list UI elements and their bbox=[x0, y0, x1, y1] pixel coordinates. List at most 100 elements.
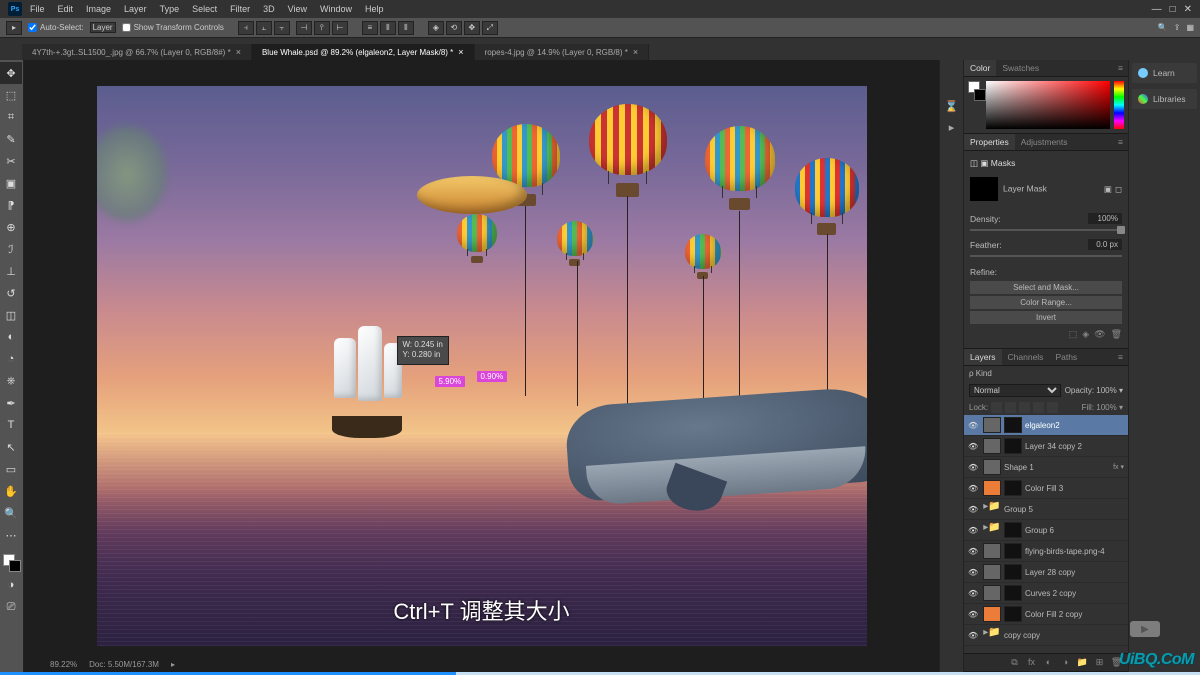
tab-paths[interactable]: Paths bbox=[1049, 349, 1083, 365]
density-value[interactable]: 100% bbox=[1088, 213, 1122, 224]
visibility-icon[interactable]: 👁 bbox=[968, 484, 980, 493]
zoom-tool[interactable]: 🔍 bbox=[0, 502, 22, 524]
feather-value[interactable]: 0.0 px bbox=[1088, 239, 1122, 250]
quick-select-tool[interactable]: ✎ bbox=[0, 128, 22, 150]
visibility-icon[interactable]: 👁 bbox=[968, 463, 980, 472]
distribute-icon[interactable]: ⦀ bbox=[398, 21, 414, 35]
zoom-level[interactable]: 89.22% bbox=[50, 660, 77, 669]
search-icon[interactable]: 🔍 bbox=[1158, 23, 1168, 32]
align-icon[interactable]: ⫟ bbox=[274, 21, 290, 35]
window-maximize[interactable]: □ bbox=[1170, 4, 1176, 15]
menu-view[interactable]: View bbox=[283, 4, 312, 14]
visibility-icon[interactable]: 👁 bbox=[968, 505, 980, 514]
panel-menu-icon[interactable]: ≡ bbox=[1113, 134, 1128, 150]
visibility-icon[interactable]: 👁 bbox=[968, 547, 980, 556]
align-icon[interactable]: ⫞ bbox=[238, 21, 254, 35]
close-tab-icon[interactable]: × bbox=[236, 47, 241, 57]
path-select-tool[interactable]: ↖ bbox=[0, 436, 22, 458]
workspace-icon[interactable]: ▦ bbox=[1186, 23, 1194, 32]
layer-row[interactable]: 👁▸📁copy copy bbox=[964, 625, 1128, 646]
color-range-button[interactable]: Color Range... bbox=[970, 296, 1122, 309]
layer-row[interactable]: 👁▸📁Group 5 bbox=[964, 499, 1128, 520]
share-icon[interactable]: ⇪ bbox=[1174, 23, 1181, 32]
visibility-icon[interactable]: 👁 bbox=[968, 631, 980, 640]
blur-tool[interactable]: ◔ bbox=[0, 348, 22, 370]
vector-mask-icon[interactable]: ◻ bbox=[1115, 184, 1122, 195]
visibility-icon[interactable]: 👁 bbox=[968, 442, 980, 451]
tab-swatches[interactable]: Swatches bbox=[996, 60, 1045, 76]
frame-tool[interactable]: ▣ bbox=[0, 172, 22, 194]
menu-help[interactable]: Help bbox=[360, 4, 389, 14]
shape-tool[interactable]: ▭ bbox=[0, 458, 22, 480]
document-canvas[interactable]: W: 0.245 in Y: 0.280 in 5.90% 0.90% Ctrl… bbox=[97, 86, 867, 646]
brush-tool[interactable]: ℐ bbox=[0, 238, 22, 260]
dodge-tool[interactable]: ⎈ bbox=[0, 370, 22, 392]
panel-menu-icon[interactable]: ≡ bbox=[1113, 60, 1128, 76]
new-group-icon[interactable]: 📁 bbox=[1076, 657, 1089, 668]
pen-tool[interactable]: ✒ bbox=[0, 392, 22, 414]
menu-filter[interactable]: Filter bbox=[225, 4, 255, 14]
menu-select[interactable]: Select bbox=[187, 4, 222, 14]
layer-row[interactable]: 👁Color Fill 2 copy bbox=[964, 604, 1128, 625]
layer-row[interactable]: 👁Color Fill 3 bbox=[964, 478, 1128, 499]
show-transform-checkbox[interactable]: Show Transform Controls bbox=[122, 23, 224, 32]
learn-panel-button[interactable]: Learn bbox=[1132, 63, 1197, 83]
3d-mode-icon[interactable]: ✥ bbox=[464, 21, 480, 35]
edit-toolbar[interactable]: ⋯ bbox=[0, 524, 22, 546]
menu-layer[interactable]: Layer bbox=[119, 4, 152, 14]
visibility-icon[interactable]: 👁 bbox=[968, 421, 980, 430]
new-layer-icon[interactable]: ⊞ bbox=[1093, 657, 1106, 668]
auto-select-mode[interactable]: Layer bbox=[90, 22, 116, 33]
gradient-tool[interactable]: ◐ bbox=[0, 326, 22, 348]
menu-edit[interactable]: Edit bbox=[53, 4, 79, 14]
layer-row[interactable]: 👁Layer 28 copy bbox=[964, 562, 1128, 583]
lock-icon[interactable] bbox=[991, 402, 1002, 413]
layer-row[interactable]: 👁Shape 1fx ▾ bbox=[964, 457, 1128, 478]
add-mask-icon[interactable]: ◐ bbox=[1042, 657, 1055, 668]
hand-tool[interactable]: ✋ bbox=[0, 480, 22, 502]
visibility-icon[interactable]: 👁 bbox=[968, 610, 980, 619]
tab-adjustments[interactable]: Adjustments bbox=[1015, 134, 1074, 150]
color-swatches[interactable] bbox=[0, 552, 23, 574]
align-icon[interactable]: ⊣ bbox=[296, 21, 312, 35]
healing-tool[interactable]: ⊕ bbox=[0, 216, 22, 238]
mask-thumbnail[interactable] bbox=[970, 177, 998, 201]
layer-row[interactable]: 👁▸📁Group 6 bbox=[964, 520, 1128, 541]
visibility-icon[interactable]: 👁 bbox=[968, 589, 980, 598]
new-adjustment-icon[interactable]: ◑ bbox=[1059, 657, 1072, 668]
menu-3d[interactable]: 3D bbox=[258, 4, 280, 14]
close-tab-icon[interactable]: × bbox=[458, 47, 463, 57]
tab-color[interactable]: Color bbox=[964, 60, 996, 76]
layer-row[interactable]: 👁Curves 2 copy bbox=[964, 583, 1128, 604]
layer-row[interactable]: 👁flying-birds-tape.png-4 bbox=[964, 541, 1128, 562]
tab-channels[interactable]: Channels bbox=[1002, 349, 1050, 365]
layer-row[interactable]: 👁Layer 34 copy 2 bbox=[964, 436, 1128, 457]
blend-mode-select[interactable]: Normal bbox=[969, 384, 1061, 397]
visibility-icon[interactable]: 👁 bbox=[968, 526, 980, 535]
lock-icon[interactable] bbox=[1019, 402, 1030, 413]
quick-mask-tool[interactable]: ◑ bbox=[0, 574, 22, 596]
lasso-tool[interactable]: ⌗ bbox=[0, 106, 22, 128]
distribute-icon[interactable]: ≡ bbox=[362, 21, 378, 35]
crop-tool[interactable]: ✂ bbox=[0, 150, 22, 172]
actions-icon[interactable]: ▸ bbox=[949, 121, 955, 134]
libraries-panel-button[interactable]: Libraries bbox=[1132, 89, 1197, 109]
move-tool[interactable]: ✥ bbox=[0, 62, 22, 84]
window-close[interactable]: ✕ bbox=[1184, 4, 1192, 15]
delete-layer-icon[interactable]: 🗑 bbox=[1110, 657, 1123, 668]
distribute-icon[interactable]: ⦀ bbox=[380, 21, 396, 35]
menu-image[interactable]: Image bbox=[81, 4, 116, 14]
menu-file[interactable]: File bbox=[25, 4, 50, 14]
menu-window[interactable]: Window bbox=[315, 4, 357, 14]
background-color[interactable] bbox=[9, 560, 21, 572]
type-tool[interactable]: T bbox=[0, 414, 22, 436]
align-icon[interactable]: ⫠ bbox=[256, 21, 272, 35]
3d-mode-icon[interactable]: ◈ bbox=[428, 21, 444, 35]
disable-mask-icon[interactable]: 👁 bbox=[1094, 329, 1105, 340]
tool-preset-icon[interactable]: ▸ bbox=[6, 21, 22, 35]
visibility-icon[interactable]: 👁 bbox=[968, 568, 980, 577]
select-and-mask-button[interactable]: Select and Mask... bbox=[970, 281, 1122, 294]
delete-mask-icon[interactable]: 🗑 bbox=[1111, 329, 1122, 340]
layer-style-icon[interactable]: fx bbox=[1025, 657, 1038, 668]
close-tab-icon[interactable]: × bbox=[633, 47, 638, 57]
